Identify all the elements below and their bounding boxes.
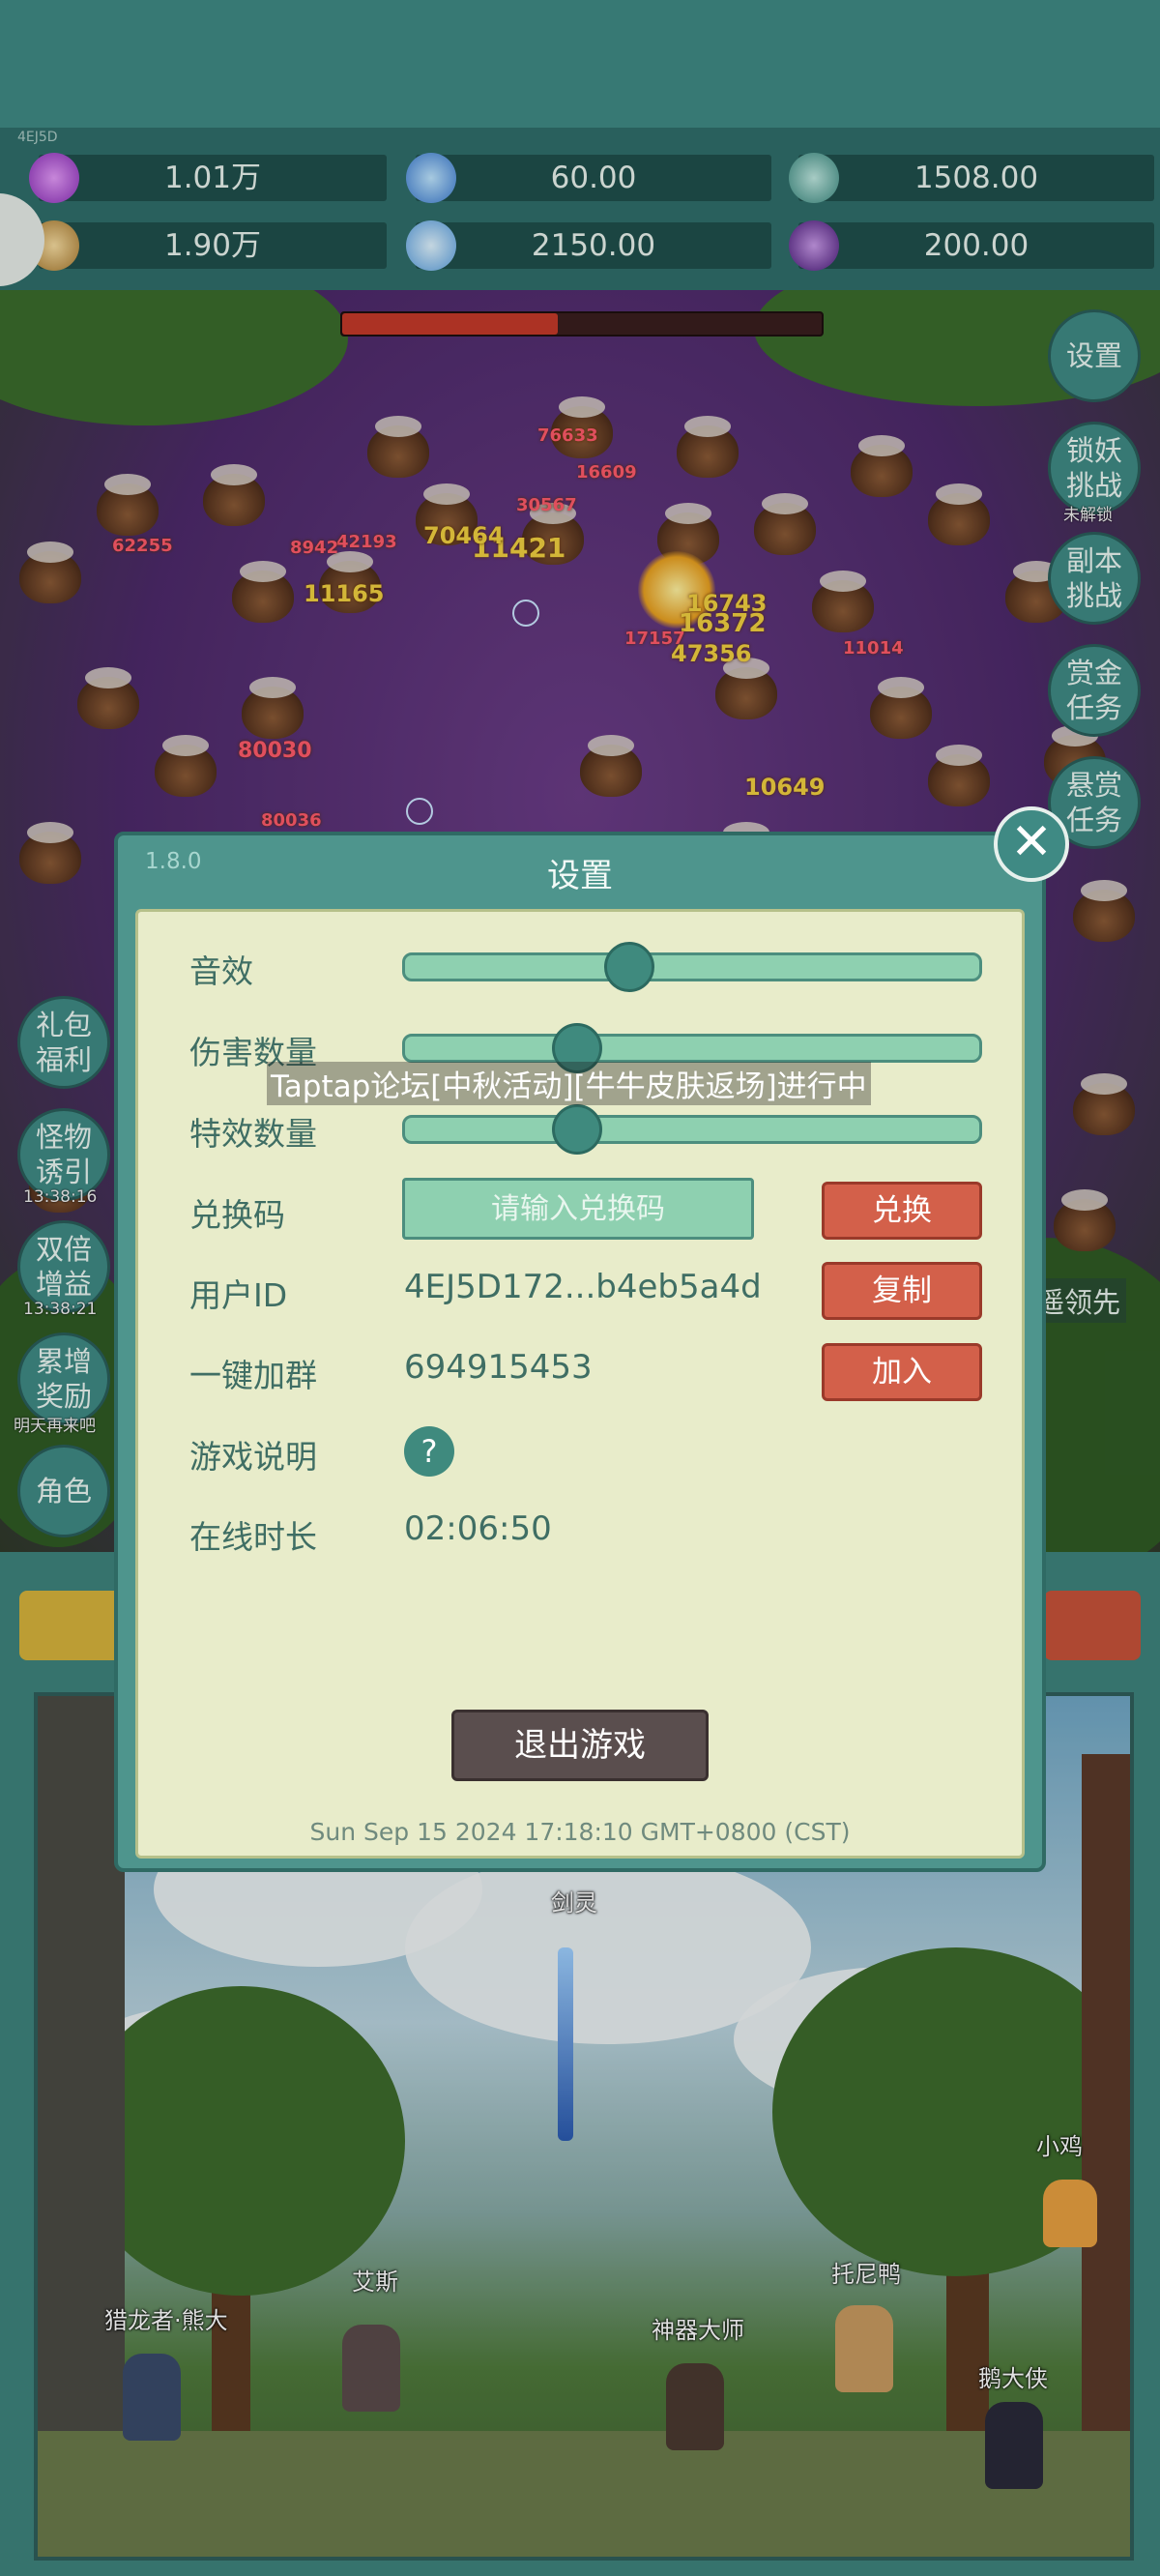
online-time-value: 02:06:50 <box>404 1509 552 1548</box>
redeem-button[interactable]: 兑换 <box>822 1182 982 1240</box>
slider-knob[interactable] <box>604 942 654 992</box>
dialog-title: 设置 <box>547 857 613 895</box>
timestamp-text: Sun Sep 15 2024 17:18:10 GMT+0800 (CST) <box>309 1818 851 1846</box>
online-time-label: 在线时长 <box>189 1518 317 1556</box>
damage-count-slider[interactable] <box>402 1023 982 1073</box>
game-guide-label: 游戏说明 <box>189 1438 317 1476</box>
version-label: 1.8.0 <box>145 849 202 874</box>
close-icon[interactable]: ✕ <box>994 806 1069 882</box>
help-icon[interactable]: ? <box>404 1426 454 1477</box>
user-id-value: 4EJ5D172...b4eb5a4d <box>404 1268 762 1306</box>
redeem-code-input[interactable] <box>402 1178 754 1240</box>
announcement-toast: Taptap论坛[中秋活动][牛牛皮肤返场]进行中 <box>267 1062 871 1105</box>
copy-button[interactable]: 复制 <box>822 1262 982 1320</box>
sound-label: 音效 <box>189 952 253 990</box>
sound-slider[interactable] <box>402 942 982 992</box>
effect-count-slider[interactable] <box>402 1104 982 1155</box>
group-number-value: 694915453 <box>404 1348 593 1387</box>
join-group-label: 一键加群 <box>189 1357 317 1394</box>
exit-game-button[interactable]: 退出游戏 <box>451 1710 709 1781</box>
redeem-code-label: 兑换码 <box>189 1196 285 1234</box>
effect-count-label: 特效数量 <box>189 1115 317 1153</box>
slider-knob[interactable] <box>552 1104 602 1155</box>
user-id-label: 用户ID <box>189 1276 288 1314</box>
join-button[interactable]: 加入 <box>822 1343 982 1401</box>
